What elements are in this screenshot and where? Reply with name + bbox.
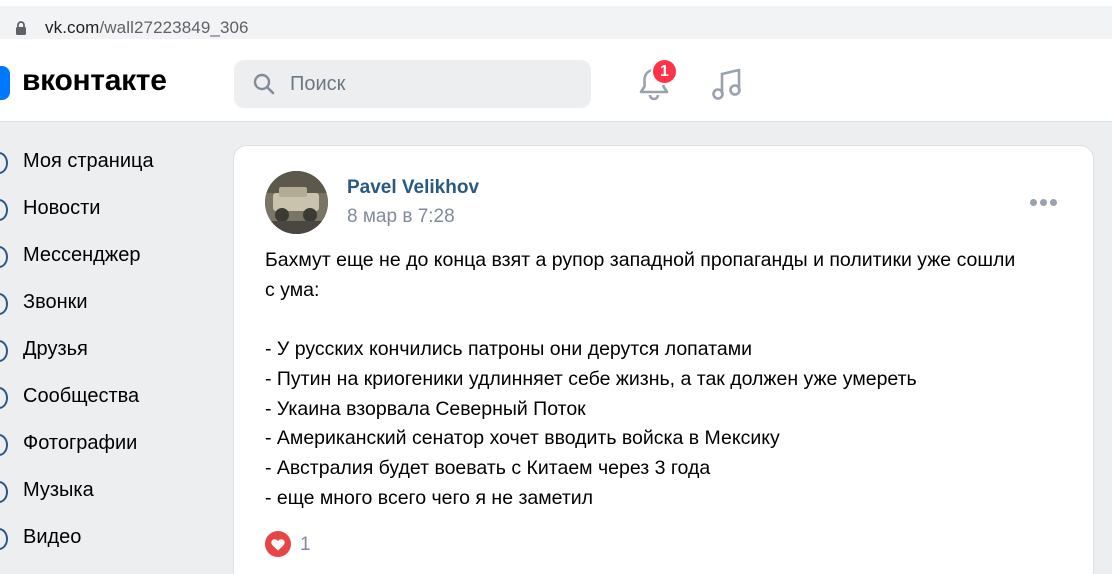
sidebar-item-communities[interactable]: Сообщества — [0, 375, 220, 422]
browser-address-bar: vk.com/wall27223849_306 — [0, 0, 1112, 44]
dot — [1030, 199, 1037, 206]
sidebar-item-label: Мессенджер — [23, 244, 141, 266]
avatar[interactable] — [265, 171, 328, 234]
post-timestamp[interactable]: 8 мар в 7:28 — [347, 206, 455, 228]
vk-logo-icon[interactable] — [0, 66, 10, 100]
vk-logo-text[interactable]: вконтакте — [22, 64, 167, 98]
communities-icon — [0, 387, 8, 409]
phone-icon — [0, 293, 8, 315]
music-button[interactable] — [708, 64, 748, 104]
sidebar-item-label: Звонки — [23, 291, 88, 313]
video-icon — [0, 528, 8, 550]
post-line — [265, 305, 1075, 335]
sidebar-item-news[interactable]: Новости — [0, 187, 220, 234]
more-options-icon[interactable] — [1030, 199, 1058, 209]
url-domain: vk.com — [45, 18, 100, 37]
search-icon — [253, 73, 275, 95]
sidebar-item-my-page[interactable]: Моя страница — [0, 140, 220, 187]
sidebar-item-label: Моя страница — [23, 150, 154, 172]
sidebar-item-label: Фотографии — [23, 432, 138, 454]
dot — [1050, 199, 1057, 206]
photos-icon — [0, 434, 8, 456]
sidebar-item-video[interactable]: Видео — [0, 516, 220, 563]
search-input[interactable] — [290, 60, 570, 108]
post-text: Бахмут еще не до конца взят а рупор запа… — [265, 246, 1075, 513]
sidebar-item-calls[interactable]: Звонки — [0, 281, 220, 328]
dot — [1040, 199, 1047, 206]
music-note-icon — [712, 68, 741, 100]
avatar-photo — [265, 171, 328, 234]
post-line: - Американский сенатор хочет вводить вой… — [265, 427, 780, 450]
sidebar-item-label: Музыка — [23, 479, 94, 501]
post-line: - Австралия будет воевать с Китаем через… — [265, 456, 711, 479]
like-count: 1 — [300, 534, 311, 555]
messenger-icon — [0, 246, 8, 268]
sidebar-item-photos[interactable]: Фотографии — [0, 422, 220, 469]
music-icon — [0, 481, 8, 503]
sidebar-item-label: Видео — [23, 526, 82, 548]
post-line: с ума: — [265, 278, 320, 301]
site-header: вконтакте 1 — [0, 44, 1112, 122]
profile-icon — [0, 152, 8, 174]
search-box[interactable] — [234, 60, 591, 108]
url-path: /wall27223849_306 — [99, 18, 249, 37]
post-author[interactable]: Pavel Velikhov — [347, 177, 479, 199]
post-line: - У русских кончились патроны они дерутс… — [265, 338, 753, 361]
sidebar-item-label: Новости — [23, 197, 101, 219]
sidebar-item-friends[interactable]: Друзья — [0, 328, 220, 375]
post-line: Бахмут еще не до конца взят а рупор запа… — [265, 249, 1016, 271]
sidebar-item-messenger[interactable]: Мессенджер — [0, 234, 220, 281]
wall-post: Pavel Velikhov 8 мар в 7:28 Бахмут еще н… — [233, 145, 1094, 574]
post-line: - Укаина взорвала Северный Поток — [265, 397, 586, 420]
sidebar-item-label: Друзья — [23, 338, 88, 360]
sidebar-nav: Моя страница Новости Мессенджер Звонки Д… — [0, 140, 220, 563]
sidebar-item-label: Сообщества — [23, 385, 140, 407]
friends-icon — [0, 340, 8, 362]
heart-icon[interactable] — [264, 531, 292, 557]
post-line: - Путин на криогеники удлинняет себе жиз… — [265, 367, 917, 390]
lock-icon[interactable] — [14, 20, 28, 36]
news-icon — [0, 199, 8, 221]
url-text[interactable]: vk.com/wall27223849_306 — [45, 18, 249, 38]
sidebar-item-music[interactable]: Музыка — [0, 469, 220, 516]
url-field[interactable]: vk.com/wall27223849_306 — [0, 6, 1112, 39]
post-line: - еще много всего чего я не заметил — [265, 486, 594, 509]
notifications-badge: 1 — [651, 58, 678, 85]
